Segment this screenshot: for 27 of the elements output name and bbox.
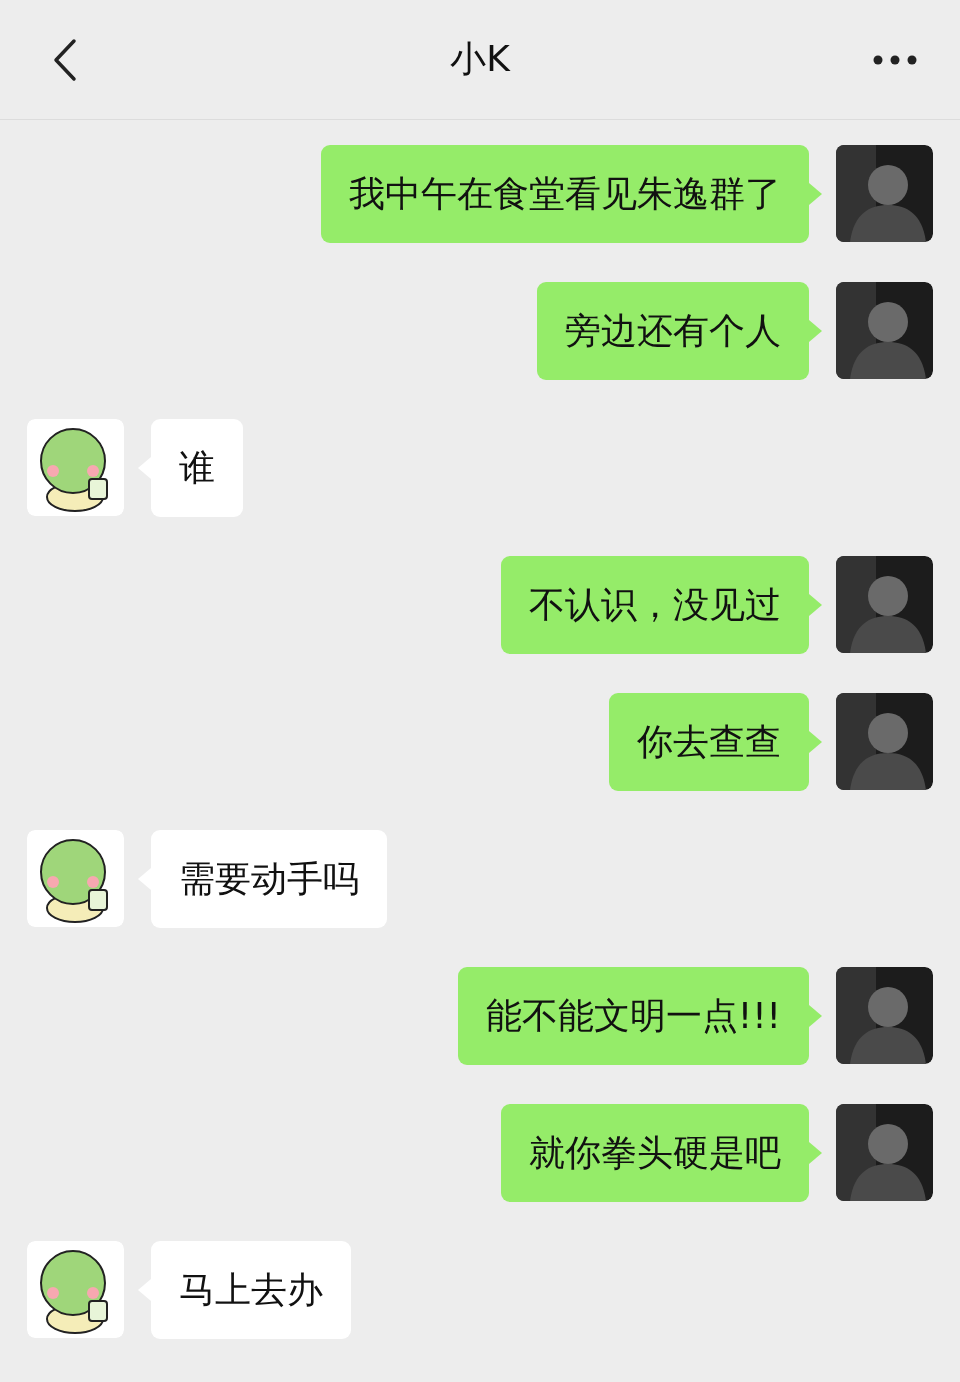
message-bubble: 谁 bbox=[151, 419, 243, 517]
chat-title: 小K bbox=[450, 37, 510, 81]
message-bubble: 我中午在食堂看见朱逸群了 bbox=[321, 145, 809, 243]
message-bubble: 不认识，没见过 bbox=[501, 556, 809, 654]
bubble-tail bbox=[809, 1005, 822, 1027]
avatar-icon bbox=[836, 1104, 933, 1201]
avatar-icon bbox=[27, 1241, 124, 1338]
bubble-tail bbox=[809, 1142, 822, 1164]
avatar-icon bbox=[836, 693, 933, 790]
message-bubble: 能不能文明一点!!! bbox=[457, 967, 809, 1065]
back-icon bbox=[52, 37, 78, 82]
message-bubble: 需要动手吗 bbox=[151, 830, 387, 928]
bubble-tail bbox=[809, 731, 822, 753]
avatar-icon bbox=[27, 419, 124, 516]
message-bubble: 就你拳头硬是吧 bbox=[501, 1104, 809, 1202]
avatar-icon bbox=[836, 556, 933, 653]
bubble-tail bbox=[809, 320, 822, 342]
message-bubble: 马上去办 bbox=[151, 1241, 351, 1339]
bubble-tail bbox=[809, 594, 822, 616]
message-bubble: 你去查查 bbox=[609, 693, 809, 791]
message-bubble: 旁边还有个人 bbox=[537, 282, 809, 380]
avatar-icon bbox=[836, 145, 933, 242]
bubble-tail bbox=[809, 183, 822, 205]
more-icon bbox=[873, 54, 917, 65]
avatar-icon bbox=[836, 967, 933, 1064]
avatar-icon bbox=[27, 830, 124, 927]
avatar-icon bbox=[836, 282, 933, 379]
